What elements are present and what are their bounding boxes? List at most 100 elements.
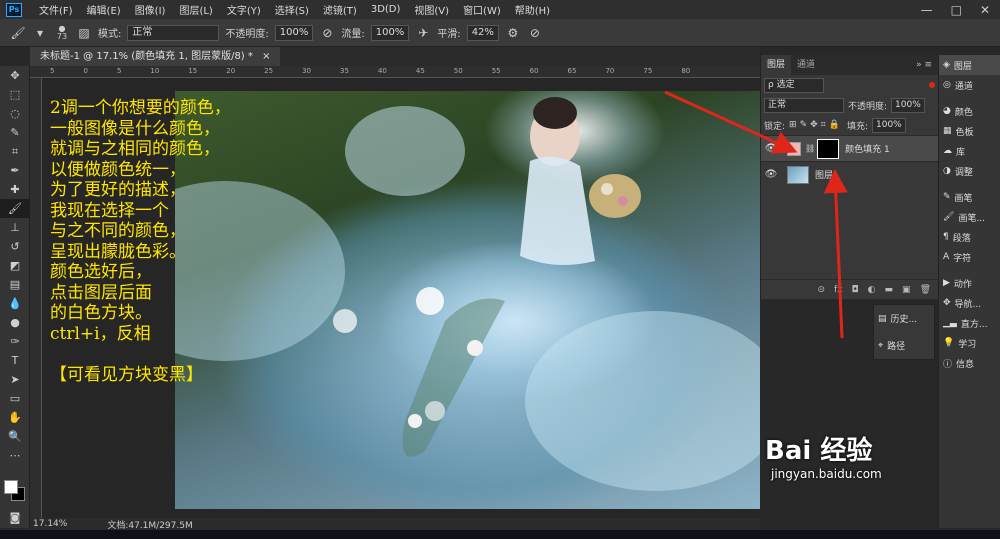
quick-select-tool-icon[interactable]: ✎ xyxy=(0,123,30,142)
history-button[interactable]: ▤ 历史... xyxy=(874,305,934,332)
dock-actions[interactable]: ▶ 动作 xyxy=(939,273,1000,293)
menu-select[interactable]: 选择(S) xyxy=(268,2,316,17)
group-icon[interactable]: ▬ xyxy=(885,285,894,295)
tab-layers[interactable]: 图层 xyxy=(761,55,792,75)
marquee-tool-icon[interactable]: ⬚ xyxy=(0,85,30,104)
zoom-level[interactable]: 17.14% xyxy=(33,519,67,529)
document-canvas[interactable]: 2调一个你想要的颜色， 一般图像是什么颜色， 就调与之相同的颜色， 以便做颜色统… xyxy=(42,78,760,518)
fx-icon[interactable]: fx xyxy=(834,285,843,295)
visibility-eye-icon[interactable]: 👁 xyxy=(761,169,781,180)
dock-libraries[interactable]: ☁ 库 xyxy=(939,141,1000,161)
layer-mask-thumbnail[interactable] xyxy=(817,138,840,159)
airbrush-icon[interactable]: ✈ xyxy=(415,25,431,41)
eraser-tool-icon[interactable]: ◩ xyxy=(0,256,30,275)
dock-color[interactable]: ◕ 颜色 xyxy=(939,101,1000,121)
quick-mask-icon[interactable]: ◙ xyxy=(0,508,30,527)
link-layers-icon[interactable]: ⊝ xyxy=(818,285,826,295)
pressure-opacity-icon[interactable]: ⊘ xyxy=(319,25,335,41)
crop-tool-icon[interactable]: ⌗ xyxy=(0,142,30,161)
type-tool-icon[interactable]: T xyxy=(0,351,30,370)
pressure-size-icon[interactable]: ⊘ xyxy=(527,25,543,41)
menu-edit[interactable]: 编辑(E) xyxy=(80,2,128,17)
brush-panel-toggle-icon[interactable]: ▨ xyxy=(76,25,92,41)
gradient-tool-icon[interactable]: ▤ xyxy=(0,275,30,294)
dock-navigator[interactable]: ✥ 导航... xyxy=(939,293,1000,313)
path-select-tool-icon[interactable]: ➤ xyxy=(0,370,30,389)
dropdown-chevron-icon[interactable]: ▾ xyxy=(32,25,48,41)
blend-mode-select[interactable]: 正常 xyxy=(764,97,844,113)
menu-view[interactable]: 视图(V) xyxy=(407,2,456,17)
blur-tool-icon[interactable]: 💧 xyxy=(0,294,30,313)
healing-tool-icon[interactable]: ✚ xyxy=(0,180,30,199)
close-tab-icon[interactable]: × xyxy=(262,51,270,62)
adjustment-layer-icon[interactable]: ◐ xyxy=(868,285,876,295)
dock-info[interactable]: ⓘ 信息 xyxy=(939,353,1000,373)
dock-paragraph[interactable]: ¶ 段落 xyxy=(939,227,1000,247)
eyedropper-tool-icon[interactable]: ✒ xyxy=(0,161,30,180)
dock-adjustments[interactable]: ◑ 调整 xyxy=(939,161,1000,181)
dock-histogram[interactable]: ▁▃ 直方... xyxy=(939,313,1000,333)
dock-label: 学习 xyxy=(958,339,977,350)
dock-brush[interactable]: ✎ 画笔 xyxy=(939,187,1000,207)
dock-swatches[interactable]: ▦ 色板 xyxy=(939,121,1000,141)
menu-layer[interactable]: 图层(L) xyxy=(172,2,219,17)
shape-tool-icon[interactable]: ▭ xyxy=(0,389,30,408)
menu-file[interactable]: 文件(F) xyxy=(32,2,80,17)
more-tools-icon[interactable]: ⋯ xyxy=(0,446,30,465)
dock-channels[interactable]: ◎ 通道 xyxy=(939,75,1000,95)
link-icon[interactable]: ⛓ xyxy=(805,144,815,153)
lock-icons[interactable]: ⊞✎✥⌗🔒 xyxy=(789,120,843,130)
filter-toggle-icon[interactable] xyxy=(929,82,935,88)
fill-color-thumbnail[interactable] xyxy=(787,141,801,156)
add-mask-icon[interactable]: ◘ xyxy=(852,285,859,295)
dock-brush-presets[interactable]: 🖌 画笔... xyxy=(939,207,1000,227)
document-tab[interactable]: 未标题-1 @ 17.1% (颜色填充 1, 图层蒙版/8) * × xyxy=(30,47,281,66)
history-brush-icon[interactable]: ↺ xyxy=(0,237,30,256)
menu-type[interactable]: 文字(Y) xyxy=(220,2,268,17)
menu-image[interactable]: 图像(I) xyxy=(128,2,173,17)
maximize-button[interactable]: □ xyxy=(951,3,962,17)
mode-select[interactable]: 正常 xyxy=(127,24,220,41)
pen-tool-icon[interactable]: ✑ xyxy=(0,332,30,351)
flow-input[interactable]: 100% xyxy=(370,24,410,41)
paths-button[interactable]: ⌖ 路径 xyxy=(874,332,934,359)
visibility-eye-icon[interactable]: 👁 xyxy=(761,143,781,154)
foreground-color-swatch[interactable] xyxy=(4,480,18,494)
menu-help[interactable]: 帮助(H) xyxy=(508,2,557,17)
dock-learn[interactable]: 💡 学习 xyxy=(939,333,1000,353)
history-icon: ▤ xyxy=(878,313,887,324)
brush-preset-icon[interactable]: ● 73 xyxy=(54,24,70,41)
move-tool-icon[interactable]: ✥ xyxy=(0,66,30,85)
panel-menu-icon[interactable]: » ≡ xyxy=(916,60,938,70)
mode-label: 模式: xyxy=(98,29,122,40)
close-button[interactable]: ✕ xyxy=(980,3,990,17)
brush-tool-icon[interactable]: 🖌 xyxy=(10,25,26,41)
brush-tool-icon[interactable]: 🖌 xyxy=(0,199,30,218)
layer-opacity-input[interactable]: 100% xyxy=(891,97,925,113)
dock-label: 信息 xyxy=(956,359,975,370)
lasso-tool-icon[interactable]: ◌ xyxy=(0,104,30,123)
dock-character[interactable]: A 字符 xyxy=(939,247,1000,267)
hand-tool-icon[interactable]: ✋ xyxy=(0,408,30,427)
tab-channels[interactable]: 通道 xyxy=(791,55,821,75)
layer-row-color-fill[interactable]: 👁 ⛓ 颜色填充 1 xyxy=(761,135,938,161)
annotation-line: 2调一个你想要的颜色， xyxy=(50,98,231,118)
minimize-button[interactable]: — xyxy=(921,3,933,17)
smoothing-input[interactable]: 42% xyxy=(466,24,499,41)
ruler-tick-label: 70 xyxy=(605,67,615,75)
menu-filter[interactable]: 滤镜(T) xyxy=(316,2,364,17)
layer-filter-select[interactable]: ρ 选定 xyxy=(764,77,824,93)
dock-layers[interactable]: ◈ 图层 xyxy=(939,55,1000,75)
new-layer-icon[interactable]: ▣ xyxy=(902,285,911,295)
trash-icon[interactable]: 🗑 xyxy=(920,285,931,295)
fill-input[interactable]: 100% xyxy=(872,117,906,133)
layer-row-image[interactable]: 👁 图层 xyxy=(761,161,938,187)
menu-window[interactable]: 窗口(W) xyxy=(456,2,508,17)
menu-3d[interactable]: 3D(D) xyxy=(364,4,408,15)
gear-icon[interactable]: ⚙ xyxy=(505,25,521,41)
dodge-tool-icon[interactable]: ● xyxy=(0,313,30,332)
opacity-input[interactable]: 100% xyxy=(274,24,314,41)
ruler-tick-label: 5 xyxy=(116,67,122,75)
zoom-tool-icon[interactable]: 🔍 xyxy=(0,427,30,446)
stamp-tool-icon[interactable]: ⊥ xyxy=(0,218,30,237)
